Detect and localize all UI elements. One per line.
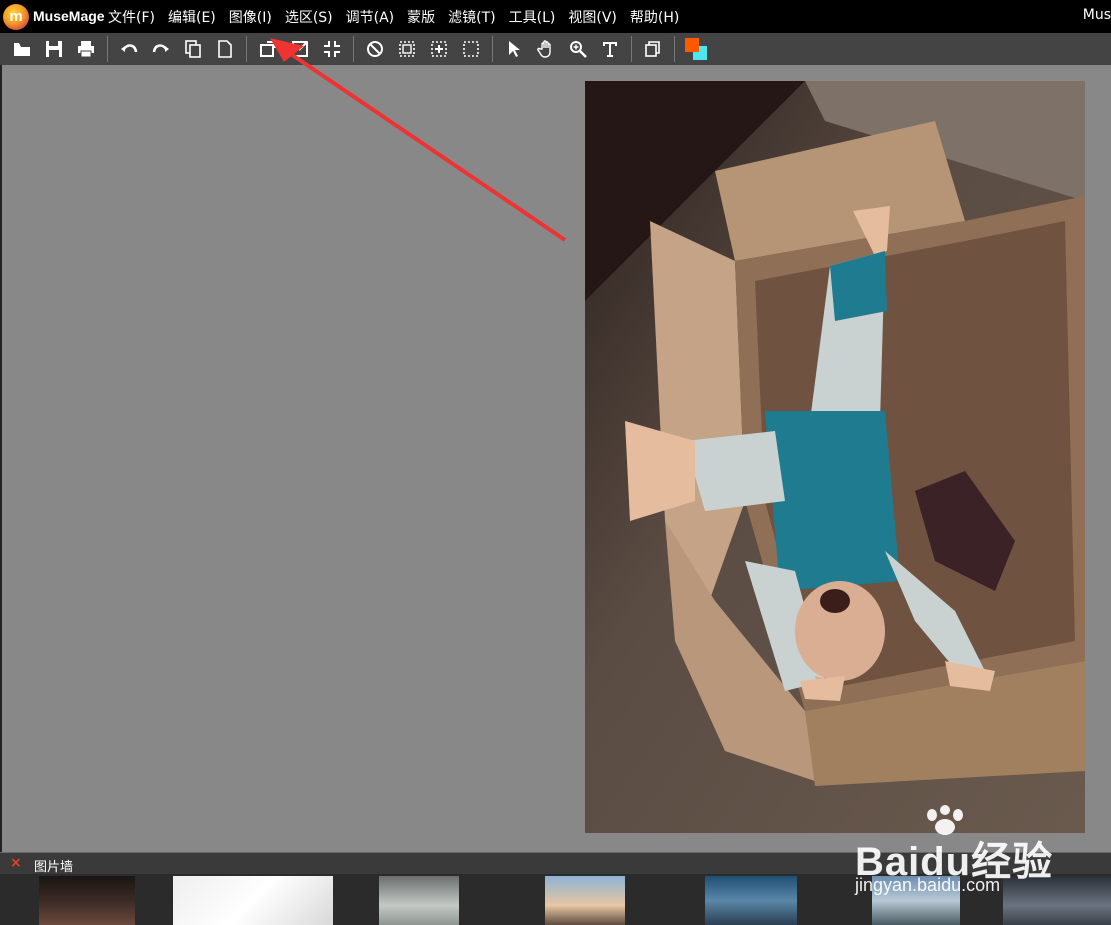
toolbar-separator [107, 36, 108, 62]
close-icon[interactable]: × [10, 855, 22, 871]
menu-file[interactable]: 文件(F) [108, 7, 155, 27]
menu-help[interactable]: 帮助(H) [630, 7, 679, 27]
select-center-icon[interactable] [426, 36, 452, 62]
window-title: Mus [1082, 7, 1111, 23]
new-icon[interactable] [212, 36, 238, 62]
toolbar [0, 33, 1111, 65]
toolbar-separator [246, 36, 247, 62]
layers-icon[interactable] [640, 36, 666, 62]
save-icon[interactable] [41, 36, 67, 62]
menu-image[interactable]: 图像(I) [229, 7, 272, 27]
thumbnail[interactable] [173, 876, 333, 925]
hand-icon[interactable] [533, 36, 559, 62]
crop-icon[interactable] [287, 36, 313, 62]
thumbnail[interactable] [872, 876, 960, 925]
print-icon[interactable] [73, 36, 99, 62]
thumbnail[interactable] [1003, 876, 1111, 925]
logo-letter: m [9, 8, 23, 25]
menu-tools[interactable]: 工具(L) [509, 7, 556, 27]
copy-icon[interactable] [180, 36, 206, 62]
app-logo-icon: m [3, 4, 29, 30]
menu-selection[interactable]: 选区(S) [285, 7, 333, 27]
redo-icon[interactable] [148, 36, 174, 62]
menu-edit[interactable]: 编辑(E) [168, 7, 216, 27]
color-swatch[interactable] [683, 36, 709, 62]
picture-wall-title: 图片墙 [34, 860, 74, 875]
foreground-color-swatch[interactable] [685, 38, 699, 52]
menu-items: 文件(F) 编辑(E) 图像(I) 选区(S) 调节(A) 蒙版 滤镜(T) 工… [108, 7, 692, 27]
picture-wall-strip [0, 874, 1111, 925]
toolbar-separator [492, 36, 493, 62]
text-icon[interactable] [597, 36, 623, 62]
undo-icon[interactable] [116, 36, 142, 62]
thumbnail[interactable] [545, 876, 625, 925]
menu-bar: m MuseMage 文件(F) 编辑(E) 图像(I) 选区(S) 调节(A)… [0, 0, 1111, 33]
toolbar-separator [631, 36, 632, 62]
menu-view[interactable]: 视图(V) [568, 7, 617, 27]
toolbar-separator [353, 36, 354, 62]
open-icon[interactable] [9, 36, 35, 62]
app-name: MuseMage [33, 8, 105, 24]
canvas-workspace[interactable] [0, 65, 1111, 852]
fit-icon[interactable] [319, 36, 345, 62]
picture-wall-header: × 图片墙 [0, 852, 1111, 875]
menu-filter[interactable]: 滤镜(T) [448, 7, 495, 27]
select-all-icon[interactable] [458, 36, 484, 62]
select-rect-icon[interactable] [394, 36, 420, 62]
thumbnail[interactable] [705, 876, 797, 925]
menu-mask[interactable]: 蒙版 [407, 7, 435, 27]
photo-content [585, 81, 1085, 833]
menu-adjust[interactable]: 调节(A) [346, 7, 395, 27]
thumbnail[interactable] [39, 876, 135, 925]
zoom-icon[interactable] [565, 36, 591, 62]
pointer-icon[interactable] [501, 36, 527, 62]
deselect-icon[interactable] [362, 36, 388, 62]
rotate-icon[interactable] [255, 36, 281, 62]
image-canvas[interactable] [585, 81, 1085, 833]
toolbar-separator [674, 36, 675, 62]
thumbnail[interactable] [379, 876, 459, 925]
